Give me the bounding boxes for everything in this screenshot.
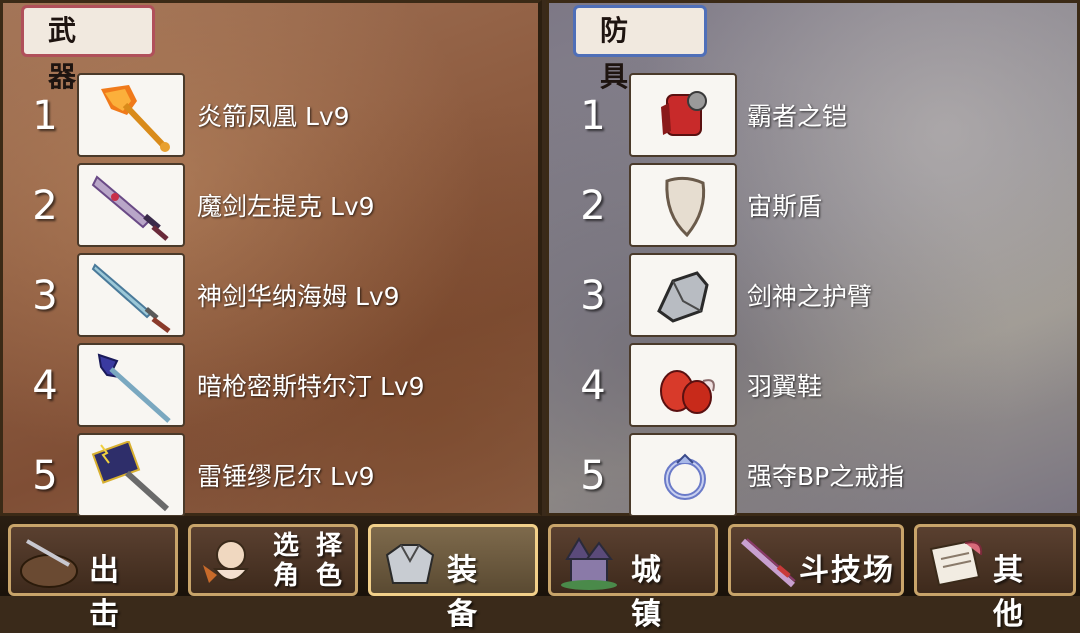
weapon-number: 1: [32, 93, 58, 139]
thunder-hammer-icon: [91, 441, 170, 512]
swords-icon: [741, 538, 796, 588]
sortie-button[interactable]: 出 击: [8, 524, 178, 632]
armor-name: 霸者之铠: [747, 102, 848, 131]
arena-button[interactable]: 斗技场: [728, 524, 904, 596]
armor-number: 5: [580, 453, 606, 499]
flame-bow-icon: [101, 85, 170, 152]
armor-number: 4: [580, 363, 606, 409]
armor-row-5[interactable]: 5 强夺BP之戒指: [549, 433, 1077, 519]
other-label: 其 他: [993, 553, 1029, 632]
armor-name: 羽翼鞋: [747, 372, 823, 401]
armor-slot[interactable]: [629, 163, 737, 247]
weapon-slot[interactable]: [77, 253, 185, 337]
ring-icon: [664, 453, 706, 500]
select-label-line1: 选 择: [273, 531, 347, 561]
weapon-name: 神剑华纳海姆 Lv9: [197, 282, 400, 311]
armor-row-2[interactable]: 2 宙斯盾: [549, 163, 1077, 249]
weapon-name: 魔剑左提克 Lv9: [197, 192, 375, 221]
select-label-line2: 角 色: [273, 561, 347, 591]
other-button[interactable]: 其 他: [914, 524, 1076, 632]
demon-sword-icon: [91, 175, 169, 241]
weapon-row-3[interactable]: 3 神剑华纳海姆 Lv9: [3, 253, 538, 339]
sortie-label: 出 击: [89, 553, 125, 632]
armor-row-3[interactable]: 3 剑神之护臂: [549, 253, 1077, 339]
weapon-slot[interactable]: [77, 433, 185, 517]
weapon-row-2[interactable]: 2 魔剑左提克 Lv9: [3, 163, 538, 249]
equipment-label: 装 备: [447, 553, 483, 632]
weapon-name: 雷锤缪尼尔 Lv9: [197, 462, 375, 491]
winged-boots-icon: [660, 370, 715, 414]
armor-name: 宙斯盾: [747, 192, 823, 221]
equipment-icon: [385, 544, 435, 584]
weapon-number: 3: [32, 273, 58, 319]
weapons-tab[interactable]: 武 器: [21, 5, 155, 93]
town-button[interactable]: 城 镇: [548, 524, 718, 632]
weapon-name: 炎箭凤凰 Lv9: [197, 102, 350, 131]
weapon-row-5[interactable]: 5 雷锤缪尼尔 Lv9: [3, 433, 538, 519]
weapon-slot[interactable]: [77, 73, 185, 157]
armor-row-1[interactable]: 1 霸者之铠: [549, 73, 1077, 159]
holy-sword-icon: [91, 263, 171, 333]
select-character-button[interactable]: 选 择 角 色: [188, 524, 358, 596]
weapon-name: 暗枪密斯特尔汀 Lv9: [197, 372, 425, 401]
armor-icon: [661, 91, 707, 136]
armor-name: 强夺BP之戒指: [747, 462, 905, 491]
armor-number: 1: [580, 93, 606, 139]
armor-slot[interactable]: [629, 73, 737, 157]
town-label: 城 镇: [631, 553, 667, 632]
armor-number: 2: [580, 183, 606, 229]
gauntlet-icon: [657, 271, 709, 323]
weapon-slot[interactable]: [77, 343, 185, 427]
weapon-number: 2: [32, 183, 58, 229]
character-icon: [203, 540, 249, 583]
armor-slot[interactable]: [629, 253, 737, 337]
sortie-icon: [20, 539, 78, 588]
arena-label: 斗技场: [799, 553, 895, 588]
armor-slot[interactable]: [629, 343, 737, 427]
weapon-number: 5: [32, 453, 58, 499]
weapon-row-1[interactable]: 1 炎箭凤凰 Lv9: [3, 73, 538, 159]
armor-number: 3: [580, 273, 606, 319]
armor-tab[interactable]: 防 具: [573, 5, 707, 93]
scroll-icon: [929, 539, 983, 587]
equipment-button[interactable]: 装 备: [368, 524, 538, 632]
dark-spear-icon: [97, 353, 171, 423]
armor-panel: 防 具 1 霸者之铠 2 宙斯盾 3 剑神之护臂 4 羽翼鞋 5 强夺BP之戒指: [546, 0, 1080, 519]
weapon-slot[interactable]: [77, 163, 185, 247]
weapon-number: 4: [32, 363, 58, 409]
shield-icon: [665, 176, 706, 238]
armor-slot[interactable]: [629, 433, 737, 517]
castle-icon: [561, 537, 617, 590]
weapon-row-4[interactable]: 4 暗枪密斯特尔汀 Lv9: [3, 343, 538, 429]
armor-row-4[interactable]: 4 羽翼鞋: [549, 343, 1077, 429]
armor-name: 剑神之护臂: [747, 282, 873, 311]
bottom-nav-bar: 出 击 选 择 角 色 装 备 城 镇 斗技场 其 他: [0, 516, 1080, 632]
weapons-panel: 武 器 1 炎箭凤凰 Lv9 2 魔剑左提克 Lv9 3 神剑华纳海姆 Lv9 …: [0, 0, 542, 519]
